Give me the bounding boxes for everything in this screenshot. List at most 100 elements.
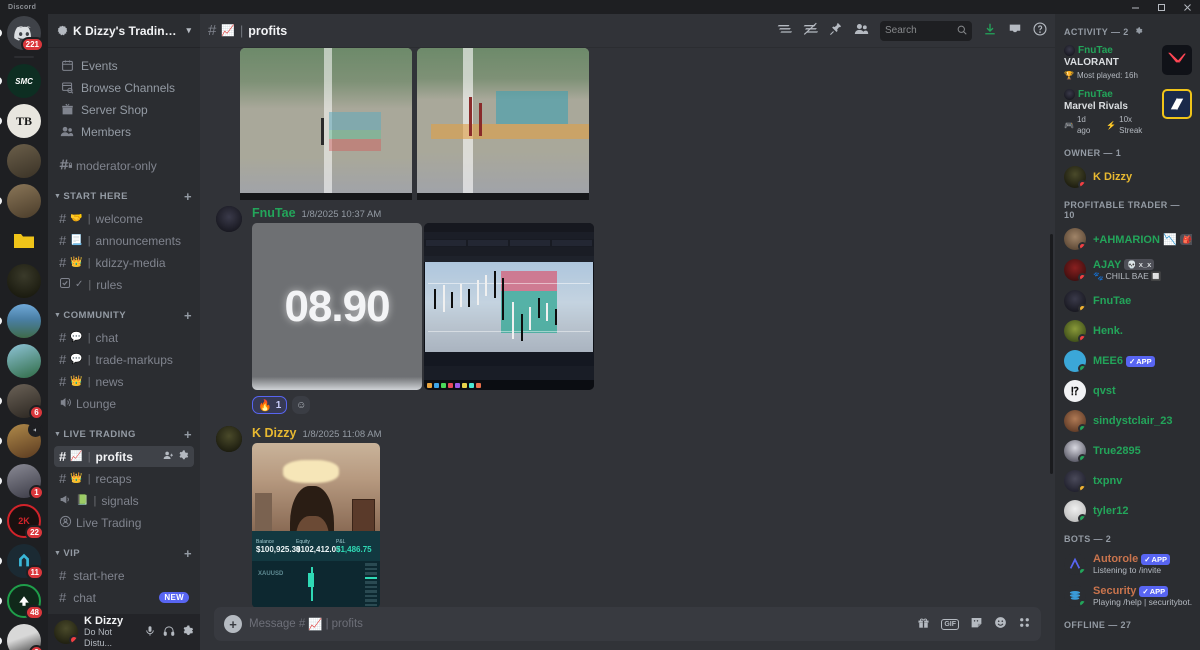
pin-icon[interactable] — [829, 22, 843, 39]
member-txpnv[interactable]: txpnv — [1055, 466, 1200, 496]
guild-mountain-server[interactable] — [0, 304, 41, 338]
minimize-icon[interactable] — [1122, 0, 1148, 14]
member-tyler12[interactable]: tyler12 — [1055, 496, 1200, 526]
message-author[interactable]: K Dizzy — [252, 426, 296, 440]
channel-announcements[interactable]: # 📃 | announcements — [54, 230, 194, 251]
guild-green-server[interactable] — [7, 344, 41, 378]
channel-recaps[interactable]: # 👑 | recaps — [54, 468, 194, 489]
invite-icon[interactable] — [163, 450, 174, 464]
microphone-icon[interactable] — [144, 625, 156, 640]
message-input[interactable]: + Message # 📈 | profits GIF — [214, 607, 1041, 641]
channel-vip-chat[interactable]: # chat NEW — [54, 587, 194, 608]
member-fnutae[interactable]: FnuTae — [1055, 286, 1200, 316]
gif-icon[interactable]: GIF — [941, 618, 959, 630]
add-channel-icon[interactable]: + — [184, 428, 192, 441]
gear-icon[interactable] — [1135, 27, 1143, 37]
channel-kdizzy-media[interactable]: # 👑 | kdizzy-media — [54, 252, 194, 273]
guild-dark-server-6[interactable]: 6 — [0, 384, 44, 420]
gift-icon[interactable] — [917, 616, 930, 632]
add-channel-icon[interactable]: + — [184, 190, 192, 203]
message-scrollbar[interactable] — [1050, 234, 1053, 474]
guild-kdizzy-server[interactable] — [7, 264, 41, 298]
timer-screenshot[interactable]: 08.90 — [252, 223, 422, 390]
sidebar-item-events[interactable]: Events — [54, 55, 194, 76]
channel-signals[interactable]: 📗 | signals — [54, 490, 194, 511]
channel-start-here[interactable]: # start-here — [54, 565, 194, 586]
add-reaction-icon[interactable]: ☺ — [292, 396, 311, 414]
channel-chat[interactable]: # 💬 | chat — [54, 327, 194, 348]
guild-avatar-server-1[interactable] — [7, 144, 41, 178]
guild-green-arrow-server-48[interactable]: 48 — [0, 584, 44, 620]
trading-account-screenshot[interactable]: Balance $100,925.30 Equity $102,412.05 P… — [252, 443, 380, 607]
settings-icon[interactable] — [178, 449, 189, 464]
channel-news[interactable]: # 👑 | news — [54, 371, 194, 392]
category-vip[interactable]: ▼ VIP + — [48, 542, 200, 564]
channel-profits[interactable]: # 📈 | profits — [54, 446, 194, 467]
avatar[interactable] — [216, 206, 242, 232]
member-qvst[interactable]: ⁉ qvst — [1055, 376, 1200, 406]
guild-person-server-3[interactable]: 3 — [0, 624, 44, 650]
apps-icon[interactable] — [1018, 616, 1031, 632]
search-input[interactable]: Search — [880, 20, 972, 41]
channel-list[interactable]: Events Browse Channels Server Shop Membe… — [48, 48, 200, 614]
channel-rules[interactable]: ✓ | rules — [54, 274, 194, 295]
members-panel[interactable]: ACTIVITY — 2 FnuTae VALORANT 🏆 Most play… — [1055, 14, 1200, 650]
channel-live-session[interactable]: Live Session — [54, 609, 194, 614]
sidebar-item-browse-channels[interactable]: Browse Channels — [54, 77, 194, 98]
guild-arrow-server-11[interactable]: 11 — [0, 544, 44, 580]
members-icon[interactable] — [854, 22, 869, 39]
member-ajay[interactable]: AJAY 💀 x_x 🐾 CHILL BAE 🔲 — [1055, 254, 1200, 286]
user-panel[interactable]: K Dizzy Do Not Distu... — [48, 614, 200, 650]
guild-tb-server[interactable]: TB — [0, 104, 41, 138]
notification-off-icon[interactable] — [803, 22, 819, 39]
server-rail[interactable]: 221 SMC TB 6 1 2K 22 11 48 — [0, 14, 48, 650]
category-community[interactable]: ▼ COMMUNITY + — [48, 304, 200, 326]
message-author[interactable]: FnuTae — [252, 206, 296, 220]
sidebar-item-server-shop[interactable]: Server Shop — [54, 99, 194, 120]
guild-red-server-22[interactable]: 2K 22 — [0, 504, 44, 540]
add-channel-icon[interactable]: + — [184, 309, 192, 322]
reaction-fire[interactable]: 🔥 1 — [252, 396, 288, 414]
guild-avatar-server-2[interactable] — [0, 184, 41, 218]
member-security[interactable]: Security ✓ APP Playing /help | securitybo… — [1055, 580, 1200, 612]
avatar[interactable] — [54, 620, 78, 644]
chart-screenshot-1[interactable] — [240, 48, 412, 200]
tradingview-chart-screenshot[interactable] — [424, 223, 594, 390]
member-autorole[interactable]: Autorole ✓ APP Listening to /invite — [1055, 548, 1200, 580]
headphones-icon[interactable] — [163, 625, 175, 640]
member-ahmarion[interactable]: +AHMARION 📉 🎒 bag — [1055, 224, 1200, 254]
guild-folder-server[interactable] — [7, 224, 41, 258]
settings-icon[interactable] — [182, 624, 194, 640]
close-icon[interactable] — [1174, 0, 1200, 14]
guild-moto-server[interactable]: 1 — [0, 464, 44, 500]
add-channel-icon[interactable]: + — [184, 547, 192, 560]
activity-card-marvel-rivals[interactable]: FnuTae Marvel Rivals 🎮 1d ago ⚡ 10x Stre… — [1055, 85, 1200, 140]
sidebar-item-members[interactable]: Members — [54, 121, 194, 142]
threads-icon[interactable] — [777, 22, 793, 39]
sticker-icon[interactable] — [970, 616, 983, 632]
avatar[interactable] — [216, 426, 242, 452]
member-henk[interactable]: Henk. — [1055, 316, 1200, 346]
download-icon[interactable] — [983, 22, 997, 39]
channel-trade-markups[interactable]: # 💬 | trade-markups — [54, 349, 194, 370]
inbox-icon[interactable] — [1008, 22, 1022, 39]
channel-live-trading[interactable]: Live Trading — [54, 512, 194, 533]
guild-discord-home[interactable]: 221 — [0, 16, 44, 52]
chevron-down-icon[interactable]: ▾ — [186, 25, 191, 36]
help-icon[interactable] — [1033, 22, 1047, 39]
member-sindystclair-23[interactable]: sindystclair_23 — [1055, 406, 1200, 436]
activity-card-valorant[interactable]: FnuTae VALORANT 🏆 Most played: 16h — [1055, 41, 1200, 85]
guild-smc-server[interactable]: SMC — [0, 64, 41, 98]
member-true2895[interactable]: True2895 — [1055, 436, 1200, 466]
category-live-trading[interactable]: ▼ LIVE TRADING + — [48, 423, 200, 445]
guild-food-server[interactable] — [0, 422, 43, 458]
emoji-icon[interactable] — [994, 616, 1007, 632]
member-mee6[interactable]: MEE6 ✓ APP — [1055, 346, 1200, 376]
channel-moderator-only[interactable]: moderator-only — [54, 155, 194, 176]
chart-screenshot-2[interactable] — [417, 48, 589, 200]
maximize-icon[interactable] — [1148, 0, 1174, 14]
message-list[interactable]: FnuTae 1/8/2025 10:37 AM 08.90 🔥 1 ☺ K D… — [200, 48, 1055, 607]
channel-lounge[interactable]: Lounge — [54, 393, 194, 414]
server-header[interactable]: K Dizzy's Trading World ▾ — [48, 14, 200, 48]
attach-icon[interactable]: + — [224, 615, 242, 633]
